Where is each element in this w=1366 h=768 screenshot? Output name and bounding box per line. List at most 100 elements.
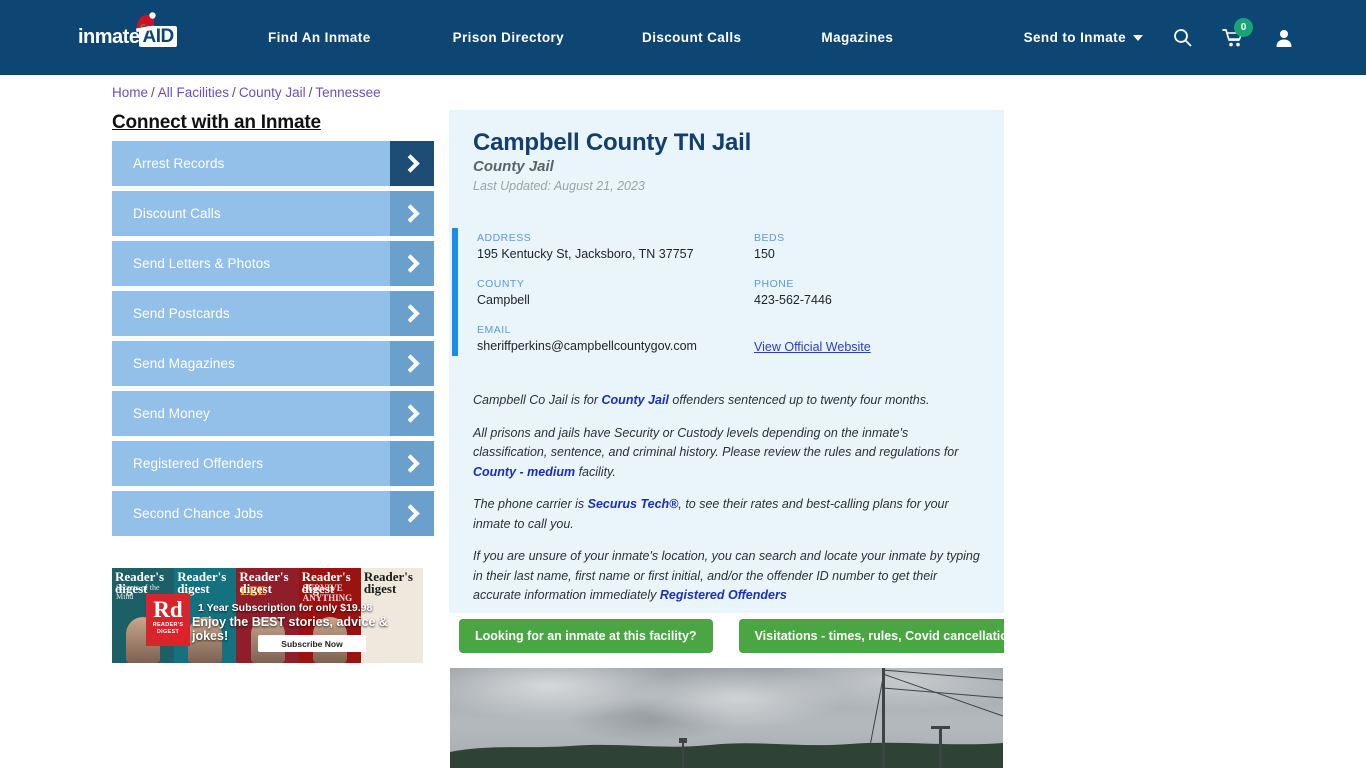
breadcrumb-separator: / [232, 85, 236, 100]
info-value: Campbell [477, 293, 530, 307]
info-label: ADDRESS [477, 232, 532, 244]
facility-type: County Jail [473, 158, 554, 175]
nav-link-find-an-inmate[interactable]: Find An Inmate [268, 30, 371, 45]
paragraph-text: offenders sentenced up to twenty four mo… [668, 393, 930, 407]
ad-cover-title: Reader's digest [363, 569, 413, 596]
send-to-inmate-dropdown[interactable]: Send to Inmate [1024, 30, 1143, 45]
nav-link-discount-calls[interactable]: Discount Calls [642, 30, 741, 45]
ad-cover-title: Reader's digest [177, 569, 227, 596]
facility-info-panel: Campbell County TN Jail County Jail Last… [449, 110, 1004, 613]
chevron-right-icon [390, 491, 434, 536]
sidebar-item-label: Send Letters & Photos [133, 256, 271, 271]
inline-link[interactable]: Securus Tech® [588, 497, 679, 511]
sidebar-item-label: Send Postcards [133, 306, 230, 321]
info-label: PHONE [754, 278, 794, 290]
logo-aid-box: AID [139, 26, 177, 47]
facility-details-grid: ADDRESS 195 Kentucky St, Jacksboro, TN 37… [477, 232, 987, 373]
paragraph-text: The phone carrier is [473, 497, 588, 511]
facility-description: Campbell Co Jail is for County Jail offe… [473, 391, 981, 619]
cart-count-badge: 0 [1234, 17, 1253, 37]
sidebar-menu: Arrest Records Discount Calls Send Letters… [112, 141, 434, 541]
breadcrumb: Home / All Facilities / County Jail / Tennesse… [112, 85, 381, 100]
info-label-spacer [754, 324, 987, 338]
sidebar-item-label: Send Magazines [133, 356, 235, 371]
description-paragraph: If you are unsure of your inmate's locat… [473, 547, 981, 606]
ad-subscribe-button[interactable]: Subscribe Now [258, 635, 366, 652]
last-updated-text: Last Updated: August 21, 2023 [473, 179, 645, 193]
chevron-right-icon [390, 391, 434, 436]
breadcrumb-item-county-jail[interactable]: County Jail [239, 85, 306, 100]
looking-for-inmate-button[interactable]: Looking for an inmate at this facility? [459, 619, 713, 653]
paragraph-text: Campbell Co Jail is for [473, 393, 602, 407]
facility-exterior-photo [450, 668, 1003, 768]
sidebar-item-send-postcards[interactable]: Send Postcards [112, 291, 434, 336]
logo-text: inmate AID [78, 26, 177, 48]
chevron-right-icon [390, 341, 434, 386]
inline-link[interactable]: County - medium [473, 465, 575, 479]
breadcrumb-item-all-facilities[interactable]: All Facilities [158, 85, 229, 100]
sidebar-item-send-letters-photos[interactable]: Send Letters & Photos [112, 241, 434, 286]
top-navigation-bar: inmate AID Find An Inmate Prison Director… [0, 0, 1366, 75]
nav-link-prison-directory[interactable]: Prison Directory [453, 30, 564, 45]
breadcrumb-item-home[interactable]: Home [112, 85, 148, 100]
info-cell: View Official Website [754, 324, 987, 356]
info-cell: ADDRESS 195 Kentucky St, Jacksboro, TN 37… [477, 232, 754, 261]
info-value: 150 [754, 247, 775, 261]
user-account-button[interactable] [1274, 28, 1294, 48]
visitations-button[interactable]: Visitations - times, rules, Covid cancel… [738, 619, 1039, 653]
chevron-right-icon [390, 291, 434, 336]
info-value: 195 Kentucky St, Jacksboro, TN 37757 [477, 247, 694, 261]
sidebar-item-discount-calls[interactable]: Discount Calls [112, 191, 434, 236]
sidebar-item-label: Send Money [133, 406, 210, 421]
info-cell: EMAIL sheriffperkins@campbellcountygov.co… [477, 324, 754, 356]
chevron-down-icon [1133, 34, 1143, 41]
ad-cover-sub: LEE [240, 583, 267, 598]
breadcrumb-separator: / [151, 85, 155, 100]
rd-sub1: READER'S [152, 622, 184, 628]
sidebar-item-label: Discount Calls [133, 206, 221, 221]
inline-link[interactable]: Registered Offenders [660, 588, 787, 602]
rd-sub2: DIGEST [156, 629, 180, 635]
info-cell: BEDS 150 [754, 232, 987, 261]
sidebar-item-label: Second Chance Jobs [133, 506, 264, 521]
sidebar-item-send-money[interactable]: Send Money [112, 391, 434, 436]
info-label: EMAIL [477, 324, 512, 336]
description-paragraph: Campbell Co Jail is for County Jail offe… [473, 391, 981, 411]
nav-link-magazines[interactable]: Magazines [821, 30, 893, 45]
send-to-inmate-label: Send to Inmate [1023, 30, 1126, 45]
sidebar-item-label: Registered Offenders [133, 456, 264, 471]
paragraph-text: facility. [575, 464, 616, 479]
info-cell: PHONE 423-562-7446 [754, 278, 987, 307]
ad-cover-sub: SURVIVE ANYTHING [302, 583, 353, 603]
primary-nav-links: Find An Inmate Prison Directory Discount… [268, 0, 893, 75]
cart-button[interactable]: 0 [1222, 17, 1253, 48]
sidebar-item-second-chance-jobs[interactable]: Second Chance Jobs [112, 491, 434, 536]
chevron-right-icon [390, 241, 434, 286]
info-value: sheriffperkins@campbellcountygov.com [477, 339, 697, 353]
info-label: BEDS [754, 232, 785, 244]
site-logo[interactable]: inmate AID [78, 12, 186, 54]
user-account-icon [1276, 29, 1292, 47]
cta-button-row: Looking for an inmate at this facility? … [459, 619, 1039, 653]
info-value: 423-562-7446 [754, 293, 832, 307]
right-gutter [1004, 75, 1366, 768]
advertisement-readers-digest[interactable]: Reader's digest Secrets of the Mind Read… [112, 568, 423, 663]
search-icon [1174, 29, 1192, 47]
chevron-right-icon [390, 141, 434, 186]
description-paragraph: All prisons and jails have Security or C… [473, 424, 981, 483]
paragraph-text: All prisons and jails have Security or C… [473, 425, 959, 460]
inline-link[interactable]: County Jail [602, 393, 669, 407]
sidebar-item-arrest-records[interactable]: Arrest Records [112, 141, 434, 186]
sidebar-item-send-magazines[interactable]: Send Magazines [112, 341, 434, 386]
page-title: Campbell County TN Jail [473, 129, 752, 156]
sidebar-heading: Connect with an Inmate [112, 112, 321, 133]
official-website-link[interactable]: View Official Website [754, 340, 871, 354]
search-button[interactable] [1173, 28, 1192, 47]
sidebar-item-label: Arrest Records [133, 156, 225, 171]
breadcrumb-item-tennessee[interactable]: Tennessee [315, 85, 380, 100]
ad-headline-price: 1 Year Subscription for only $19.98 [198, 602, 373, 614]
chevron-right-icon [390, 441, 434, 486]
sidebar-item-registered-offenders[interactable]: Registered Offenders [112, 441, 434, 486]
nav-right-group: Send to Inmate 0 [1024, 0, 1294, 75]
description-paragraph: The phone carrier is Securus Tech®, to s… [473, 495, 981, 534]
